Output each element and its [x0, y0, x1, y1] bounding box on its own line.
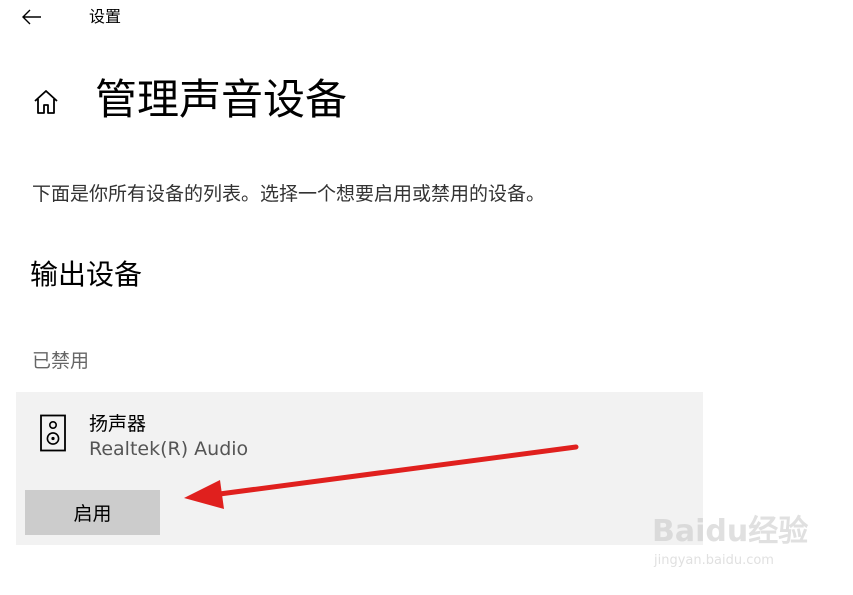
- page-title: 管理声音设备: [95, 75, 348, 124]
- watermark-url: jingyan.baidu.com: [654, 553, 774, 568]
- page-description: 下面是你所有设备的列表。选择一个想要启用或禁用的设备。: [32, 183, 546, 205]
- back-button[interactable]: [18, 4, 46, 30]
- back-arrow-icon: [22, 9, 41, 25]
- title-bar: 设置: [0, 0, 853, 34]
- section-heading-output-devices: 输出设备: [30, 258, 143, 291]
- device-name: 扬声器: [89, 413, 147, 435]
- disabled-status-label: 已禁用: [32, 350, 90, 372]
- device-driver: Realtek(R) Audio: [89, 438, 249, 460]
- device-card-speaker[interactable]: 扬声器 Realtek(R) Audio 启用: [16, 392, 703, 545]
- window-title: 设置: [89, 7, 122, 26]
- speaker-icon: [40, 414, 66, 452]
- enable-button[interactable]: 启用: [25, 490, 160, 535]
- home-icon: [30, 86, 62, 118]
